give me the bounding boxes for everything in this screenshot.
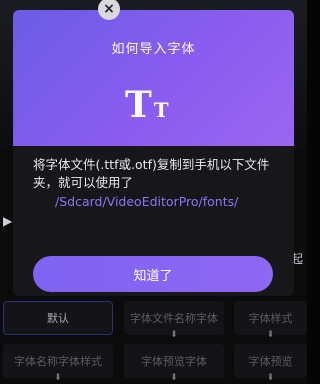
font-chip[interactable]: 字体预览字体 ⬇ bbox=[124, 344, 224, 383]
font-chip-label: 字体名称字体样式 bbox=[14, 355, 102, 368]
dialog-header: 如何导入字体 TT bbox=[13, 10, 294, 146]
font-tt-icon: TT bbox=[125, 84, 169, 126]
download-icon: ⬇ bbox=[170, 330, 178, 340]
dialog-instructions: 将字体文件(.ttf或.otf)复制到手机以下文件夹，就可以使用了 bbox=[33, 157, 270, 190]
font-chip-label: 字体样式 bbox=[248, 312, 293, 325]
download-icon: ⬇ bbox=[266, 330, 275, 340]
font-chip-label: 默认 bbox=[47, 312, 69, 325]
font-chip-label: 字体文件名称字体 bbox=[130, 312, 218, 325]
font-chip-label: 字体预览 bbox=[248, 355, 293, 368]
font-chip-default[interactable]: 默认 bbox=[3, 301, 113, 335]
font-folder-path: /Sdcard/VideoEditorPro/fonts/ bbox=[55, 194, 239, 209]
download-icon: ⬇ bbox=[170, 373, 178, 383]
dialog-body: 将字体文件(.ttf或.otf)复制到手机以下文件夹，就可以使用了 /Sdcar… bbox=[33, 156, 288, 211]
font-chip[interactable]: 字体文件名称字体 ⬇ bbox=[124, 301, 224, 340]
font-tt-icon-small: T bbox=[153, 98, 169, 122]
download-icon: ⬇ bbox=[266, 373, 275, 383]
dialog-title: 如何导入字体 bbox=[111, 42, 196, 57]
play-icon[interactable]: ▶ bbox=[3, 214, 12, 228]
font-chip[interactable]: 字体预览 ⬇ bbox=[234, 344, 307, 383]
got-it-button[interactable]: 知道了 bbox=[33, 256, 273, 292]
font-chip-label: 字体预览字体 bbox=[141, 355, 207, 368]
import-font-dialog: 如何导入字体 TT 将字体文件(.ttf或.otf)复制到手机以下文件夹，就可以… bbox=[13, 10, 294, 296]
font-chip[interactable]: 字体样式 ⬇ bbox=[234, 301, 307, 340]
download-icon: ⬇ bbox=[54, 373, 62, 383]
font-tt-icon-big: T bbox=[125, 84, 152, 126]
font-chip[interactable]: 字体名称字体样式 ⬇ bbox=[3, 344, 113, 383]
